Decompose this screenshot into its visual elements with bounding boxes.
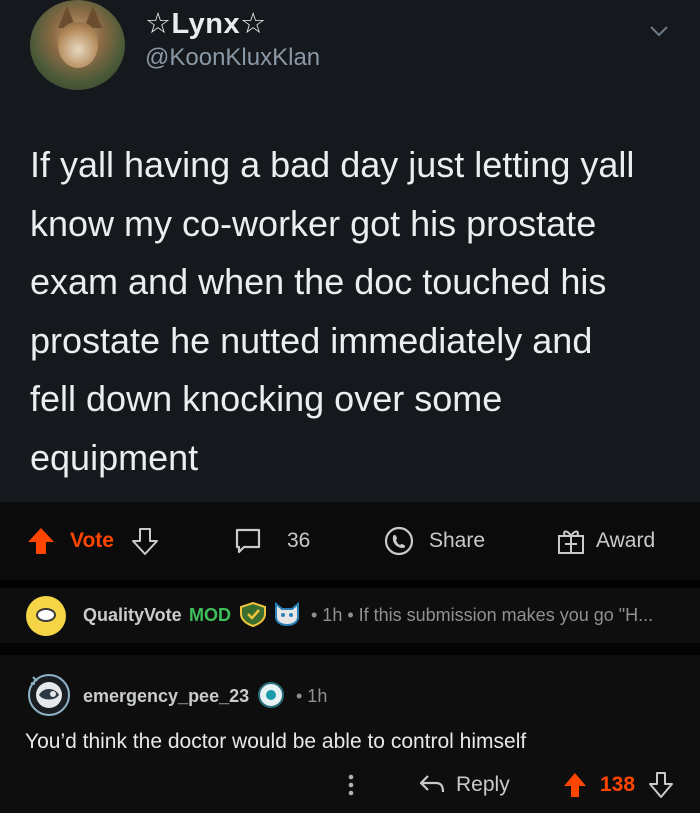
share-icon [384, 526, 414, 556]
upvote-button[interactable] [26, 502, 56, 580]
tweet-text-line: exam and when the doc touched his [30, 261, 607, 302]
reply-button[interactable]: Reply [418, 765, 510, 805]
divider [0, 580, 700, 588]
tweet-avatar [30, 0, 125, 90]
tweet-text-line: If yall having a bad day just letting ya… [30, 144, 635, 185]
upvote-arrow-icon [564, 773, 586, 797]
reply-comment: emergency_pee_23 • 1h You’d think the do… [0, 655, 700, 813]
eye-badge-icon [258, 682, 284, 708]
shield-badge-icon [240, 601, 266, 627]
mod-tag: MOD [189, 605, 231, 625]
comment-upvote-button[interactable] [562, 765, 588, 805]
score-value: 138 [600, 773, 636, 796]
comment-downvote-button[interactable] [648, 765, 674, 805]
upvote-arrow-icon [28, 528, 54, 554]
tweet-text-line: fell down knocking over some [30, 378, 503, 419]
tweet-text-line: equipment [30, 436, 199, 478]
share-label: Share [429, 529, 486, 552]
gift-icon [558, 530, 584, 554]
downvote-button[interactable] [131, 502, 159, 580]
tweet-screenshot[interactable]: ☆Lynx☆ @KoonKluxKlan If yall having a ba… [0, 0, 700, 502]
downvote-arrow-icon [132, 528, 158, 555]
vote-label: Vote [70, 502, 114, 580]
reply-label: Reply [456, 773, 510, 796]
tweet-handle: @KoonKluxKlan [145, 44, 321, 71]
more-options-button[interactable] [344, 765, 358, 805]
comment-score: 138 [600, 765, 635, 805]
vote-text: Vote [70, 529, 114, 552]
tweet-text-line: know my co-worker got his prostate [30, 202, 597, 244]
cat-face-badge-icon [275, 601, 299, 627]
user-avatar [28, 674, 70, 716]
reply-username[interactable]: emergency_pee_23 [83, 686, 249, 707]
reply-arrow-icon [419, 775, 445, 793]
mod-username[interactable]: QualityVote [83, 605, 182, 626]
share-button[interactable]: Share [383, 502, 485, 580]
reply-body: You’d think the doctor would be able to … [25, 730, 527, 753]
award-button[interactable]: Award [555, 502, 655, 580]
comment-bubble-icon [235, 528, 261, 554]
award-label: Award [596, 529, 656, 552]
snoo-avatar [26, 596, 66, 636]
more-vertical-icon [348, 774, 354, 796]
mod-comment-meta: • 1h • If this submission makes you go "… [311, 605, 654, 625]
post-action-bar: Vote 36 Share Award [0, 502, 700, 580]
tweet-text: If yall having a bad day just letting ya… [30, 136, 670, 487]
tweet-text-line: prostate he nutted immediately and [30, 319, 593, 361]
chevron-down-icon [650, 26, 668, 37]
comments-button[interactable]: 36 [233, 502, 310, 580]
divider [0, 643, 700, 655]
comment-count: 36 [287, 529, 311, 552]
reply-age: • 1h [296, 686, 328, 706]
tweet-display-name: ☆Lynx☆ [145, 8, 267, 40]
downvote-arrow-icon [649, 772, 673, 798]
mod-comment[interactable]: QualityVote MOD • 1h • If this submissio… [0, 588, 700, 643]
